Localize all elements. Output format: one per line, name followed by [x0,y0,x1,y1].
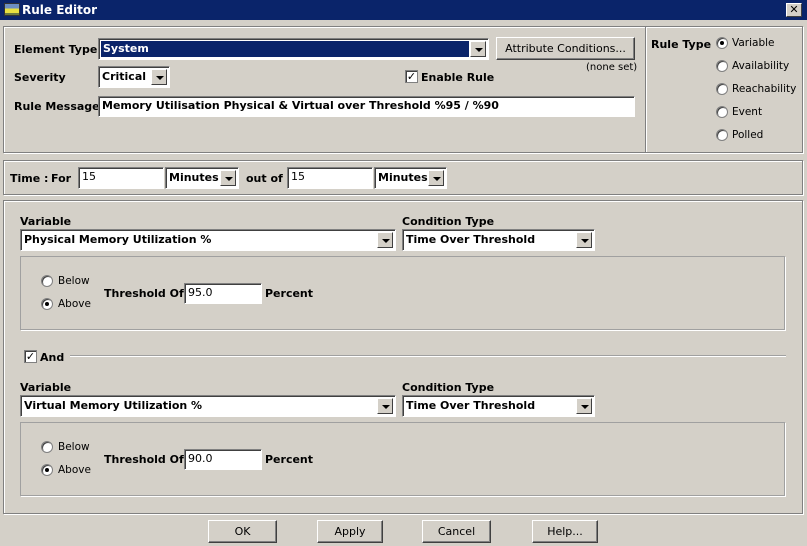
threshold-input[interactable]: 90.0 [184,449,262,470]
percent-label: Percent [265,453,314,466]
chevron-down-icon[interactable] [428,170,444,186]
variable-value: Physical Memory Utilization % [24,233,212,246]
for-label: For [51,172,72,185]
condition-type-label: Condition Type [402,215,495,228]
severity-select[interactable]: Critical [98,66,170,88]
variable-label: Variable [20,381,72,394]
for-unit-value: Minutes [169,171,219,184]
title-bar: Rule Editor [0,0,807,20]
element-type-label: Element Type [14,43,98,56]
attribute-conditions-button[interactable]: Attribute Conditions... [496,37,635,60]
above-label: Above [58,298,91,310]
radio-above[interactable] [41,464,53,476]
chevron-down-icon[interactable] [377,398,393,414]
app-icon [4,3,20,16]
out-of-unit-select[interactable]: Minutes [374,167,447,189]
threshold-label: Threshold Of [104,453,184,466]
chevron-down-icon[interactable] [576,398,592,414]
for-unit-select[interactable]: Minutes [165,167,239,189]
radio-below[interactable] [41,275,53,287]
radio-reachability[interactable] [716,83,728,95]
condition-type-value: Time Over Threshold [406,233,536,246]
element-type-value: System [101,41,469,57]
and-label: And [40,351,65,364]
enable-rule-label: Enable Rule [421,71,495,84]
radio-below[interactable] [41,441,53,453]
radio-polled-label: Polled [732,129,764,141]
chevron-down-icon[interactable] [220,170,236,186]
above-label: Above [58,464,91,476]
radio-above[interactable] [41,298,53,310]
radio-polled[interactable] [716,129,728,141]
below-label: Below [58,275,90,287]
condition-type-select[interactable]: Time Over Threshold [402,395,595,417]
ok-button[interactable]: OK [208,520,277,543]
chevron-down-icon[interactable] [377,232,393,248]
rule-type-label: Rule Type [651,38,712,51]
close-button[interactable]: ✕ [786,3,802,17]
variable-select[interactable]: Physical Memory Utilization % [20,229,396,251]
window-title: Rule Editor [22,3,98,17]
for-input[interactable]: 15 [78,167,164,189]
threshold-input[interactable]: 95.0 [184,283,262,304]
threshold-label: Threshold Of [104,287,184,300]
rule-message-label: Rule Message [14,100,100,113]
time-label: Time : [10,172,49,185]
radio-availability[interactable] [716,60,728,72]
apply-button[interactable]: Apply [317,520,383,543]
radio-variable[interactable] [716,37,728,49]
condition-type-select[interactable]: Time Over Threshold [402,229,595,251]
element-type-select[interactable]: System [98,38,489,60]
severity-value: Critical [102,70,147,83]
and-checkbox[interactable]: ✓ [24,350,37,363]
rule-message-input[interactable]: Memory Utilisation Physical & Virtual ov… [98,96,635,117]
radio-event-label: Event [732,106,763,118]
below-label: Below [58,441,90,453]
variable-label: Variable [20,215,72,228]
chevron-down-icon[interactable] [151,69,167,85]
radio-availability-label: Availability [732,60,790,72]
variable-select[interactable]: Virtual Memory Utilization % [20,395,396,417]
condition-type-label: Condition Type [402,381,495,394]
chevron-down-icon[interactable] [576,232,592,248]
out-of-unit-value: Minutes [378,171,428,184]
out-of-label: out of [246,172,283,185]
help-button[interactable]: Help... [532,520,598,543]
cancel-button[interactable]: Cancel [422,520,491,543]
radio-variable-label: Variable [732,37,775,49]
variable-value: Virtual Memory Utilization % [24,399,203,412]
radio-event[interactable] [716,106,728,118]
severity-label: Severity [14,71,66,84]
enable-rule-checkbox[interactable]: ✓ [405,70,418,83]
condition-type-value: Time Over Threshold [406,399,536,412]
chevron-down-icon[interactable] [470,41,486,57]
radio-reachability-label: Reachability [732,83,797,95]
percent-label: Percent [265,287,314,300]
out-of-input[interactable]: 15 [287,167,373,189]
and-divider [70,355,786,357]
attribute-conditions-status: (none set) [586,62,638,73]
